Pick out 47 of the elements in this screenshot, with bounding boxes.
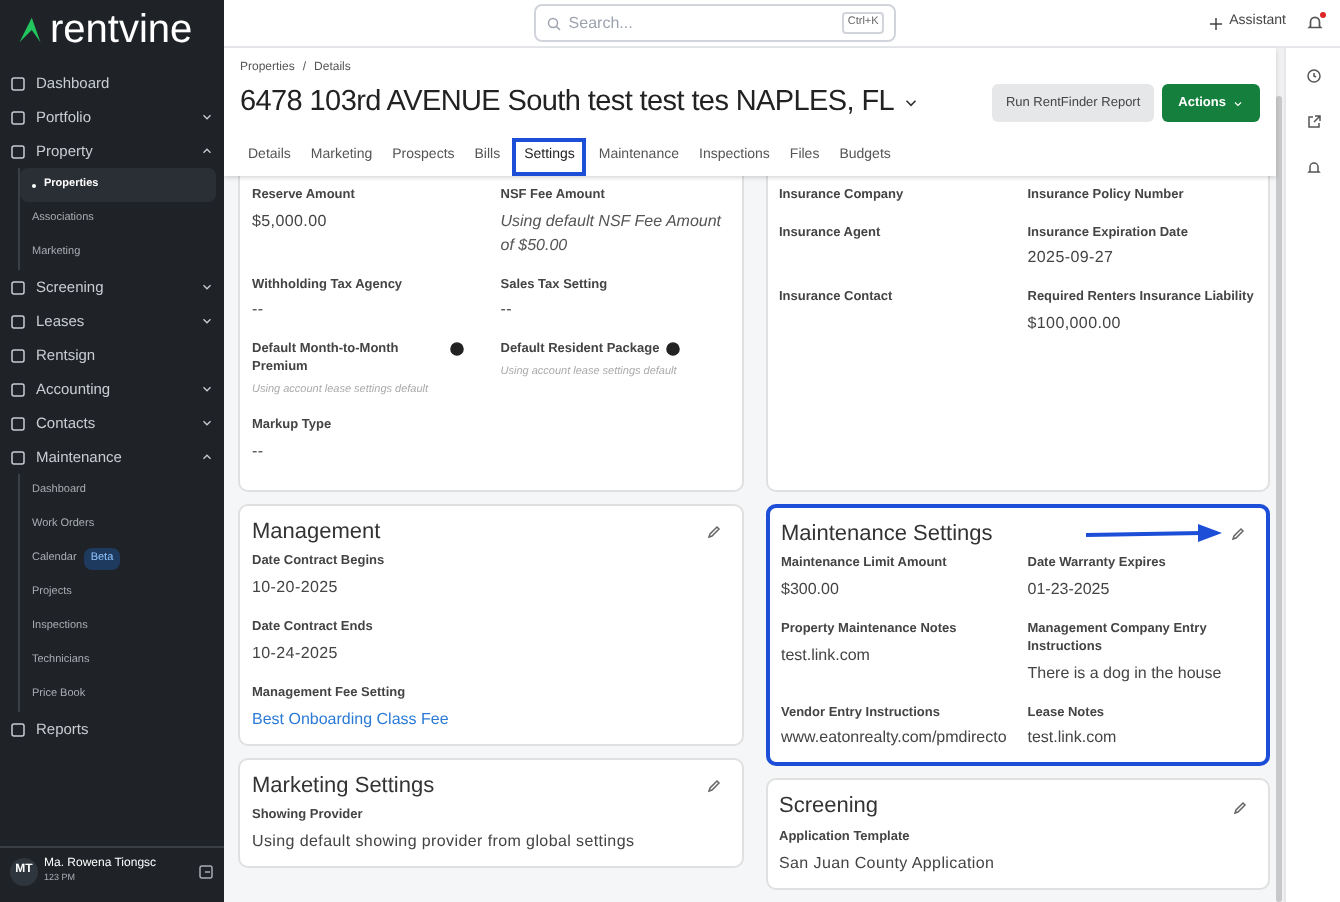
field-value: test.link.com (1027, 726, 1119, 751)
field-value: -- (500, 298, 514, 323)
field-value: 10-24-2025 (252, 641, 340, 666)
nav-icon (10, 279, 26, 295)
nav-icon (10, 347, 26, 363)
nav-icon (10, 143, 26, 159)
logo-text: rentvine (50, 10, 193, 50)
card-title: Screening (779, 792, 881, 823)
nav-icon (10, 449, 26, 465)
card-title: Maintenance Settings (781, 519, 995, 550)
field-value: www.eatonrealty.com/pmdirecto (781, 726, 1008, 751)
field-value: San Juan County Application (779, 851, 997, 876)
chevron-down-icon (1232, 97, 1244, 110)
field-value: 2025-09-27 (1027, 246, 1116, 271)
card-title: Management (252, 517, 383, 548)
fee-setting-link[interactable]: Best Onboarding Class Fee (252, 707, 729, 732)
external-link-icon[interactable] (1305, 114, 1321, 130)
field-value: 10-20-2025 (252, 576, 340, 601)
field-value: There is a dog in the house (1027, 661, 1224, 686)
leaf-logo-icon (16, 16, 44, 44)
bell-icon[interactable] (1306, 14, 1324, 32)
property-title: 6478 103rd AVENUE South test test tes NAPLES, FL (240, 84, 895, 122)
field-value: test.link.com (781, 643, 872, 668)
clock-icon[interactable] (1305, 68, 1321, 84)
field-value: 01-23-2025 (1027, 578, 1112, 603)
nav-icon (10, 75, 26, 91)
nav-icon (10, 381, 26, 397)
nav-icon (10, 109, 26, 125)
bell-icon[interactable] (1305, 160, 1321, 176)
field-value: -- (252, 439, 266, 464)
nav-icon (10, 313, 26, 329)
field-value: Using default showing provider from global settings (252, 829, 637, 854)
field-value: -- (252, 298, 266, 323)
pencil-edit-icon[interactable] (705, 524, 721, 540)
arrow-annotation-icon (1086, 524, 1222, 544)
field-value: Using default NSF Fee Amount of $50.00 (500, 209, 724, 258)
pencil-edit-icon[interactable] (1232, 799, 1248, 816)
field-value: $100,000.00 (1027, 312, 1123, 337)
nav-icon (10, 415, 26, 431)
search-icon (546, 15, 563, 31)
field-value: $300.00 (781, 578, 841, 603)
field-value: $5,000.00 (252, 209, 329, 234)
pencil-edit-icon[interactable] (705, 777, 721, 794)
pencil-edit-icon[interactable] (1230, 526, 1246, 542)
scrollbar[interactable] (1276, 96, 1282, 902)
nav-icon (10, 721, 26, 737)
card-title: Marketing Settings (252, 771, 437, 802)
